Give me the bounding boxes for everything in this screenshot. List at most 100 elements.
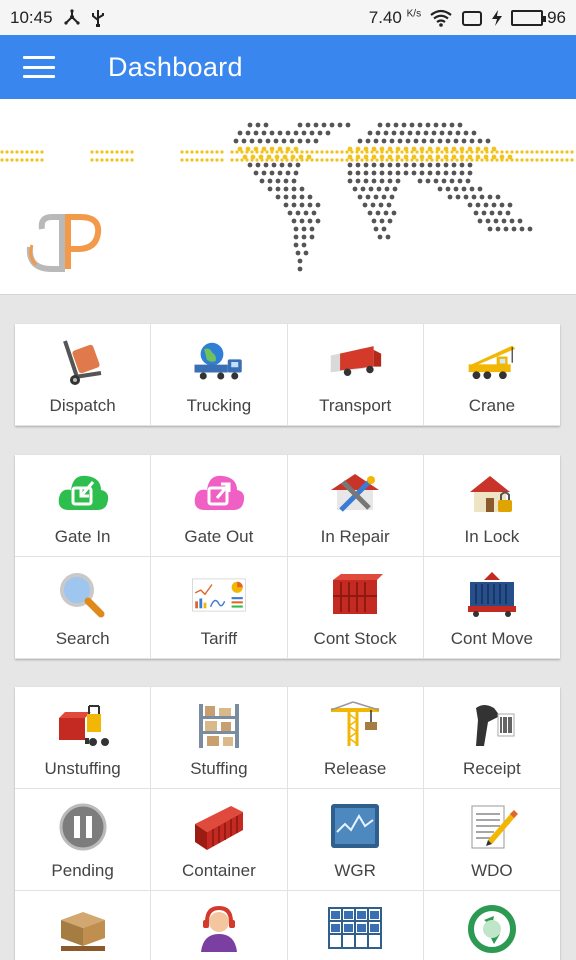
map-dot (395, 162, 401, 168)
band-dot (105, 150, 109, 154)
band-dot (520, 150, 524, 154)
map-dot (467, 202, 473, 208)
tile-stuffing[interactable]: Stuffing (151, 687, 288, 789)
tile-unstuffing[interactable]: Unstuffing (15, 687, 152, 789)
tile-label: Trucking (186, 396, 252, 415)
map-dot (273, 138, 279, 144)
map-dot (290, 154, 296, 160)
map-dot (283, 202, 289, 208)
tile-in-lock[interactable]: In Lock (423, 455, 560, 557)
tile-recycle-globe[interactable] (424, 891, 560, 960)
map-dot (463, 130, 469, 136)
tile-tariff[interactable]: Tariff (151, 557, 288, 659)
tile-storage-rack[interactable] (288, 891, 424, 960)
map-dot (411, 170, 417, 176)
band-dot (495, 158, 499, 162)
tile-pending[interactable]: Pending (15, 789, 152, 891)
tile-crane[interactable]: Crane (423, 324, 560, 426)
map-dot (249, 138, 255, 144)
map-dot (385, 234, 391, 240)
band-dot (525, 158, 529, 162)
map-dot (299, 194, 305, 200)
tile-gate-out[interactable]: Gate Out (151, 455, 288, 557)
map-dot (303, 250, 309, 256)
map-dot (435, 154, 441, 160)
network-speed-unit: K/s (406, 7, 422, 19)
band-dot (415, 150, 419, 154)
tile-support-agent[interactable] (151, 891, 288, 960)
screen-rotate-icon (461, 9, 483, 27)
barcode-scanner-icon (464, 699, 520, 751)
tile-receipt[interactable]: Receipt (423, 687, 560, 789)
map-dot (291, 202, 297, 208)
map-dot (371, 146, 377, 152)
band-dot (20, 158, 24, 162)
dashboard-banner (0, 99, 576, 295)
network-share-icon (63, 8, 81, 27)
map-dot (345, 122, 351, 128)
map-dot (269, 146, 275, 152)
band-dot (180, 150, 184, 154)
map-dot (425, 178, 431, 184)
band-dot (110, 150, 114, 154)
band-dot (480, 158, 484, 162)
band-dot (130, 150, 134, 154)
tile-label: Pending (51, 861, 114, 880)
tile-wgr[interactable]: WGR (287, 789, 424, 891)
map-dot (467, 154, 473, 160)
tile-label: In Lock (464, 527, 520, 546)
tile-release[interactable]: Release (287, 687, 424, 789)
map-dot (465, 178, 471, 184)
charging-bolt-icon (491, 9, 503, 27)
magnifier-icon (55, 569, 111, 621)
tile-trucking[interactable]: Trucking (151, 324, 288, 426)
map-dot (387, 154, 393, 160)
tile-dispatch[interactable]: Dispatch (15, 324, 152, 426)
map-dot (487, 194, 493, 200)
map-dot (337, 122, 343, 128)
tile-cont-stock[interactable]: Cont Stock (287, 557, 424, 659)
band-dot (185, 158, 189, 162)
map-dot (370, 202, 376, 208)
tile-gate-in[interactable]: Gate In (15, 455, 152, 557)
battery-icon (511, 9, 547, 26)
band-dot (290, 150, 294, 154)
map-dot (459, 162, 465, 168)
tile-label: Gate Out (184, 527, 254, 546)
map-dot (263, 162, 269, 168)
tile-pallet-boxes[interactable] (15, 891, 152, 960)
map-dot (275, 178, 281, 184)
charts-board-icon (191, 569, 247, 621)
map-dot (431, 130, 437, 136)
map-dot (457, 178, 463, 184)
band-dot (5, 158, 9, 162)
band-dot (195, 158, 199, 162)
map-dot (261, 170, 267, 176)
map-dot (427, 146, 433, 152)
map-dot (459, 146, 465, 152)
map-dot (307, 218, 313, 224)
band-dot (215, 158, 219, 162)
map-dot (277, 170, 283, 176)
band-dot (325, 158, 329, 162)
band-dot (205, 150, 209, 154)
band-dot (115, 158, 119, 162)
map-dot (371, 178, 377, 184)
tile-transport[interactable]: Transport (287, 324, 424, 426)
map-dot (395, 170, 401, 176)
tile-wdo[interactable]: WDO (423, 789, 560, 891)
map-dot (293, 146, 299, 152)
map-dot (283, 178, 289, 184)
tile-in-repair[interactable]: In Repair (287, 455, 424, 557)
map-dot (297, 138, 303, 144)
map-dot (467, 146, 473, 152)
map-dot (263, 122, 269, 128)
map-dot (355, 162, 361, 168)
hamburger-menu-icon[interactable] (23, 56, 55, 78)
tile-container[interactable]: Container (151, 789, 288, 891)
tile-label: WDO (471, 861, 513, 880)
tile-cont-move[interactable]: Cont Move (423, 557, 560, 659)
tile-search[interactable]: Search (15, 557, 152, 659)
map-dot (281, 138, 287, 144)
pallet-boxes-icon (55, 903, 111, 955)
